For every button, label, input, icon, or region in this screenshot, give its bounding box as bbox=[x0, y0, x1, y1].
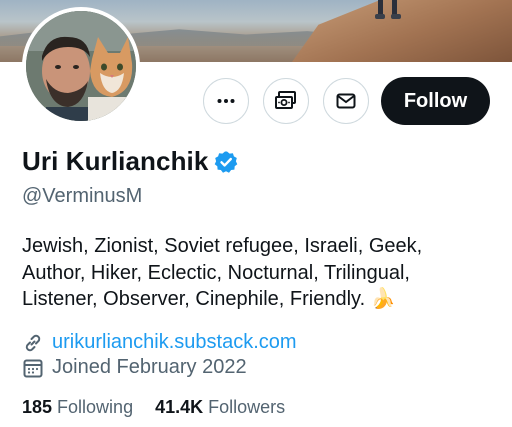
website-row: urikurlianchik.substack.com bbox=[22, 331, 297, 354]
bio-line: Jewish, Zionist, Soviet refugee, Israeli… bbox=[22, 235, 423, 257]
link-icon bbox=[25, 334, 41, 351]
followers-label: Followers bbox=[208, 397, 286, 417]
tip-button[interactable] bbox=[263, 78, 309, 124]
calendar-icon bbox=[23, 359, 43, 377]
envelope-icon bbox=[336, 93, 356, 109]
bio-line: Author, Hiker, Eclectic, Nocturnal, Tril… bbox=[22, 261, 410, 284]
bio-line-text: Listener, Observer, Cinephile, Friendly. bbox=[22, 288, 366, 310]
money-icon bbox=[275, 91, 296, 109]
banana-emoji: 🍌 bbox=[370, 288, 396, 310]
handle: @VerminusM bbox=[22, 185, 143, 207]
joined-row: Joined February 2022 bbox=[22, 356, 247, 379]
followers-count: 41.4K bbox=[155, 397, 204, 417]
joined-date: Joined February 2022 bbox=[52, 356, 247, 378]
followers-stat[interactable]: 41.4K Followers bbox=[155, 397, 285, 418]
following-stat[interactable]: 185 Following bbox=[22, 397, 133, 418]
more-button[interactable] bbox=[203, 78, 249, 124]
display-name: Uri Kurlianchik bbox=[22, 146, 209, 176]
banner-hiker bbox=[375, 0, 401, 19]
bio-line: Listener, Observer, Cinephile, Friendly.… bbox=[22, 286, 492, 313]
follow-button[interactable]: Follow bbox=[381, 77, 490, 125]
message-button[interactable] bbox=[323, 78, 369, 124]
more-icon bbox=[217, 99, 235, 103]
bio: Jewish, Zionist, Soviet refugee, Israeli… bbox=[22, 233, 492, 313]
follow-stats: 185 Following 41.4K Followers bbox=[22, 397, 285, 418]
avatar-photo bbox=[26, 11, 136, 121]
following-label: Following bbox=[57, 397, 134, 417]
following-count: 185 bbox=[22, 397, 53, 417]
avatar[interactable] bbox=[22, 7, 140, 125]
name-row: Uri Kurlianchik bbox=[22, 146, 238, 177]
website-link[interactable]: urikurlianchik.substack.com bbox=[52, 331, 297, 354]
verified-badge-icon[interactable] bbox=[214, 150, 238, 174]
